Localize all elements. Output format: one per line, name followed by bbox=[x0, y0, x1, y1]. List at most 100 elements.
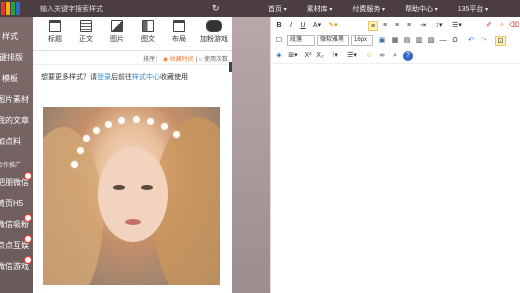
sidebar-item-extras[interactable]: 加点料 bbox=[0, 136, 21, 147]
justify-button[interactable]: ≡ bbox=[404, 21, 414, 31]
align-right-button[interactable]: ≡ bbox=[392, 21, 402, 31]
editor-toolbar-row-2: ☐ 段落 微软雅黑 16px ▣ ▦ ▤ ▥ ▧ ― Ω ↶ ↷ ⊡ bbox=[271, 34, 520, 48]
nav-paid-service[interactable]: 付费服务 bbox=[352, 4, 385, 14]
align-left-button[interactable]: ≡ bbox=[368, 21, 378, 31]
hot-badge-icon bbox=[24, 172, 32, 180]
sort-radio-selected[interactable]: ◉ bbox=[163, 57, 170, 63]
sort-radio[interactable]: | ○ bbox=[195, 57, 204, 63]
bold-button[interactable]: B bbox=[274, 21, 284, 31]
align-center-button[interactable]: ≡ bbox=[380, 21, 390, 31]
login-link[interactable]: 登录 bbox=[97, 74, 111, 81]
sidebar-promo-h5[interactable]: 黄页H5 bbox=[0, 198, 23, 209]
sidebar-item-articles[interactable]: 我的文章 bbox=[0, 115, 29, 126]
sidebar-item-templates[interactable]: 模板 bbox=[2, 73, 18, 84]
nav-home[interactable]: 首页 bbox=[268, 4, 287, 14]
hair-shape bbox=[43, 127, 103, 285]
code-icon[interactable]: ▧ bbox=[426, 36, 436, 46]
hot-badge-icon bbox=[24, 214, 32, 222]
editor-area[interactable]: B I U A▾ ✎▾ ≡ ≡ ≡ ≡ ⇥ ↕▾ ☰▾ ✐ ✧ ⌫ ☐ 段落 微… bbox=[270, 17, 520, 293]
image-insert-icon[interactable]: ▣ bbox=[377, 36, 387, 46]
fullscreen-icon[interactable]: ⊡ bbox=[495, 36, 506, 46]
tab-body-label: 正文 bbox=[79, 36, 93, 43]
help-icon[interactable]: ? bbox=[403, 51, 413, 61]
redo-icon[interactable]: ↷ bbox=[479, 36, 489, 46]
top-bar: 输入关键字搜索样式 ↻ 首页 素材库 付费服务 帮助中心 135平台 bbox=[0, 0, 520, 17]
search-input[interactable]: 输入关键字搜索样式 bbox=[40, 4, 103, 14]
paragraph-select[interactable]: 段落 bbox=[287, 35, 315, 46]
tab-fan-game[interactable]: 加粉游戏 bbox=[196, 20, 232, 44]
indent-icon[interactable]: ⇥ bbox=[418, 21, 428, 31]
tab-image-text-label: 图文 bbox=[141, 36, 155, 43]
sidebar-item-one-click[interactable]: 键排版 bbox=[0, 52, 23, 63]
flower-icon bbox=[77, 147, 84, 154]
nav-material[interactable]: 素材库 bbox=[307, 4, 333, 14]
font-color-button[interactable]: A▾ bbox=[310, 21, 324, 31]
tab-layout[interactable]: 布局 bbox=[163, 20, 195, 44]
special-char-icon[interactable]: Ω bbox=[450, 36, 460, 46]
superscript-button[interactable]: X² bbox=[303, 51, 313, 61]
hint-text: 收藏使用 bbox=[160, 74, 188, 81]
emoji-icon[interactable]: ☺ bbox=[364, 51, 374, 61]
sort-by-use-count[interactable]: 使用次数 bbox=[204, 57, 228, 63]
tab-title[interactable]: 标题 bbox=[39, 20, 71, 44]
image-icon bbox=[111, 20, 123, 32]
format-brush-icon[interactable]: ✐ bbox=[484, 21, 494, 31]
image-text-icon bbox=[142, 20, 154, 32]
ordered-list-button[interactable]: ⁝▾ bbox=[328, 51, 342, 61]
line-height-button[interactable]: ↕▾ bbox=[432, 21, 446, 31]
flower-icon bbox=[71, 161, 78, 168]
source-code-icon[interactable]: ◈ bbox=[274, 51, 284, 61]
hot-badge-icon bbox=[24, 256, 32, 264]
sort-label: 排序： bbox=[143, 57, 162, 63]
portrait-image[interactable] bbox=[43, 107, 220, 285]
nav-platform[interactable]: 135平台 bbox=[458, 4, 488, 14]
nav-help[interactable]: 帮助中心 bbox=[405, 4, 438, 14]
eye-shape bbox=[141, 185, 153, 190]
text-icon bbox=[80, 20, 92, 32]
checkbox-icon[interactable]: ☐ bbox=[274, 36, 284, 46]
undo-icon[interactable]: ↶ bbox=[466, 36, 476, 46]
video-icon[interactable]: ▤ bbox=[402, 36, 412, 46]
font-family-select[interactable]: 微软雅黑 bbox=[317, 35, 349, 46]
table-icon[interactable]: ▦ bbox=[390, 36, 400, 46]
sidebar-section-title: 合作推广 bbox=[0, 163, 22, 169]
tab-image[interactable]: 图片 bbox=[101, 20, 133, 44]
subscript-button[interactable]: X₂ bbox=[315, 51, 325, 61]
link-icon[interactable]: ∞ bbox=[377, 51, 387, 61]
flower-icon bbox=[147, 118, 154, 125]
top-nav: 首页 素材库 付费服务 帮助中心 135平台 bbox=[268, 4, 488, 14]
tab-layout-label: 布局 bbox=[172, 36, 186, 43]
italic-button[interactable]: I bbox=[286, 21, 296, 31]
flower-icon bbox=[133, 116, 140, 123]
sidebar-item-styles[interactable]: 样式 bbox=[2, 31, 18, 42]
underline-button[interactable]: U bbox=[298, 21, 308, 31]
layout-icon bbox=[173, 20, 185, 32]
clear-format-icon[interactable]: ✧ bbox=[497, 21, 507, 31]
spacing-button[interactable]: ☰▾ bbox=[450, 21, 464, 31]
tab-image-text[interactable]: 图文 bbox=[132, 20, 164, 44]
logo[interactable] bbox=[0, 0, 22, 17]
style-center-link[interactable]: 样式中心 bbox=[132, 74, 160, 81]
map-icon[interactable]: ▥ bbox=[414, 36, 424, 46]
tab-body[interactable]: 正文 bbox=[70, 20, 102, 44]
unordered-list-button[interactable]: ☰▾ bbox=[345, 51, 359, 61]
highlight-button[interactable]: ✎▾ bbox=[326, 21, 340, 31]
find-replace-icon[interactable]: ⌕ bbox=[390, 51, 400, 61]
flower-icon bbox=[118, 117, 125, 124]
sidebar-item-images[interactable]: 图片素材 bbox=[0, 94, 29, 105]
hot-badge-icon bbox=[24, 235, 32, 243]
tab-title-label: 标题 bbox=[48, 36, 62, 43]
panel-divider bbox=[232, 17, 270, 293]
list-style-button[interactable]: ⊞▾ bbox=[286, 51, 300, 61]
flower-icon bbox=[83, 135, 90, 142]
editor-toolbar-row-1: B I U A▾ ✎▾ ≡ ≡ ≡ ≡ ⇥ ↕▾ ☰▾ ✐ ✧ ⌫ bbox=[271, 19, 520, 33]
refresh-icon[interactable]: ↻ bbox=[212, 3, 220, 14]
style-tabs: 标题 正文 图片 图文 布局 加粉游戏 bbox=[33, 17, 232, 51]
toolbar-separator bbox=[271, 63, 520, 64]
title-icon bbox=[49, 20, 61, 32]
editor-toolbar-row-3: ◈ ⊞▾ X² X₂ ⁝▾ ☰▾ ☺ ∞ ⌕ ? bbox=[271, 49, 520, 63]
horizontal-rule-icon[interactable]: ― bbox=[438, 36, 448, 46]
eraser-icon[interactable]: ⌫ bbox=[509, 21, 519, 31]
font-size-select[interactable]: 16px bbox=[351, 35, 373, 46]
sort-by-favorite-time[interactable]: 收藏时间 bbox=[170, 57, 194, 63]
